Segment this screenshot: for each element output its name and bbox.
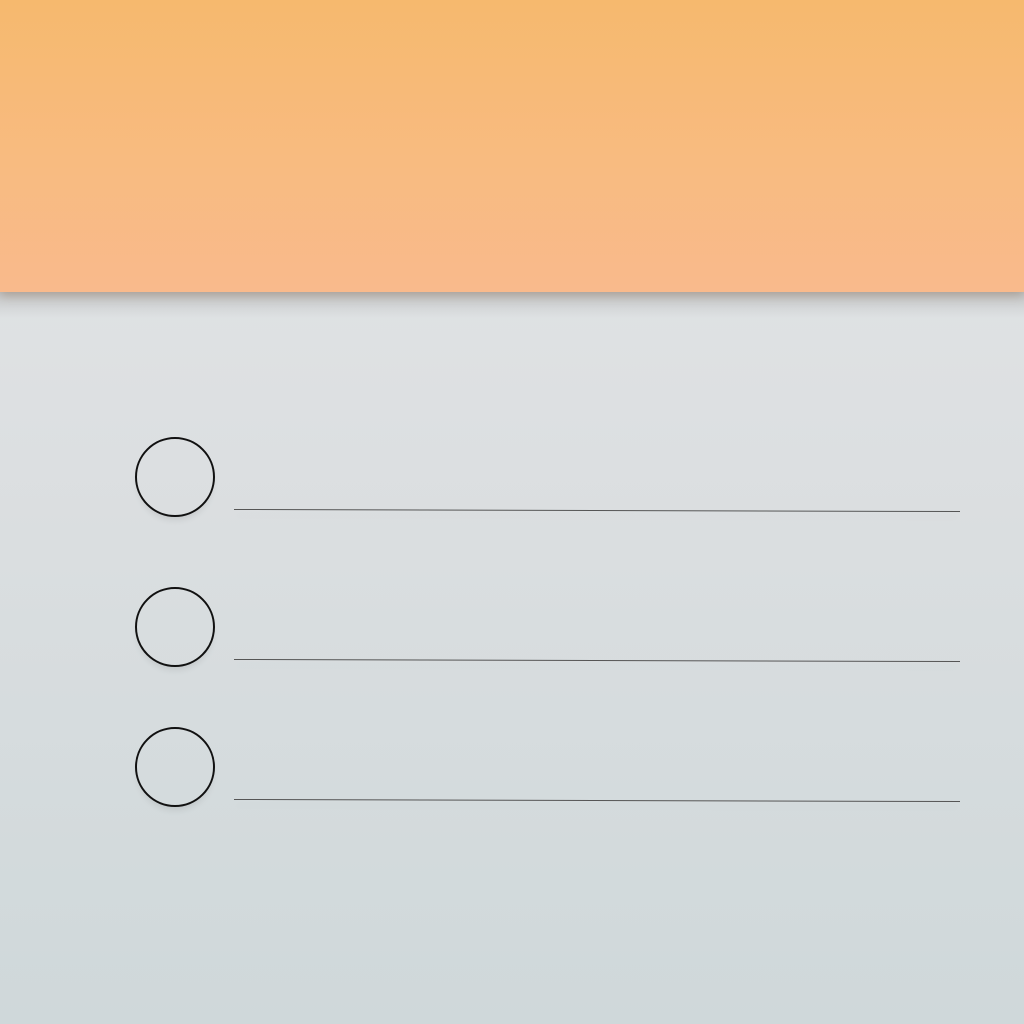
list-item	[135, 437, 961, 527]
list-item	[135, 727, 961, 817]
checkbox-circle-icon[interactable]	[135, 727, 215, 807]
checklist	[0, 0, 1024, 1024]
reminders-icon-canvas	[0, 0, 1024, 1024]
list-item-line	[233, 509, 960, 513]
list-item-line	[233, 659, 960, 663]
list-item	[135, 587, 961, 677]
list-item-line	[233, 799, 960, 803]
checkbox-circle-icon[interactable]	[135, 437, 215, 517]
checkbox-circle-icon[interactable]	[135, 587, 215, 667]
